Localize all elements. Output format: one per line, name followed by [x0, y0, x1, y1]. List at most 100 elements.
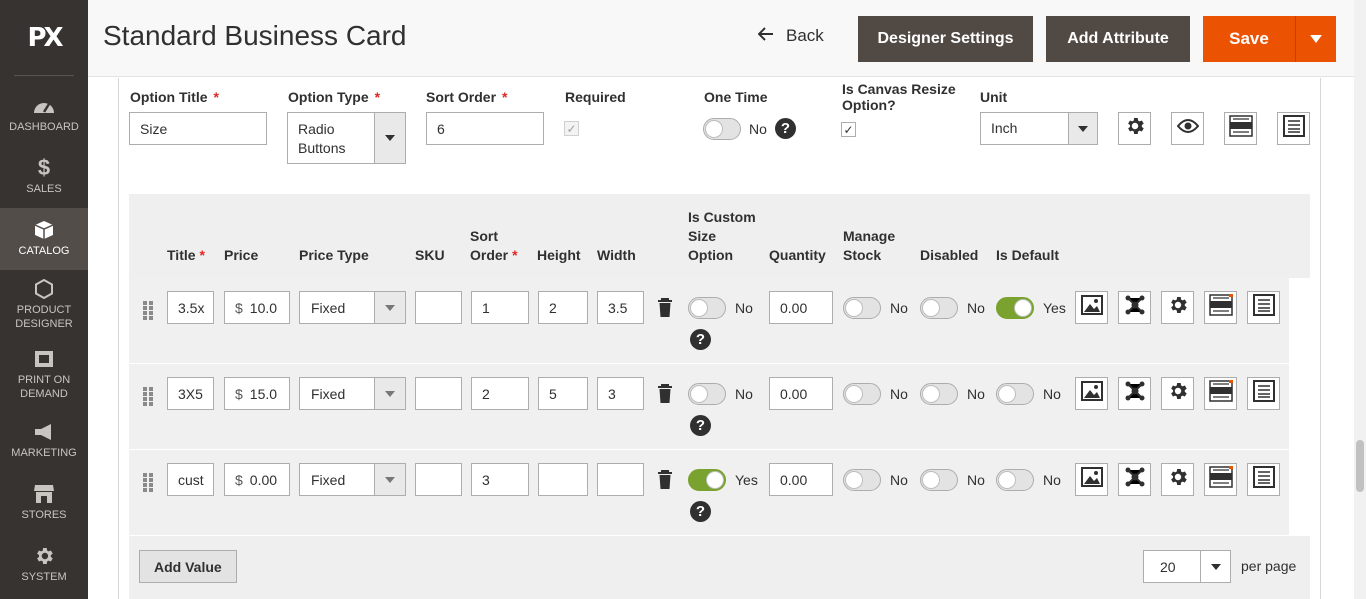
row-description-button[interactable]	[1247, 377, 1280, 410]
row-sort-input[interactable]: 2	[471, 377, 529, 410]
trash-icon[interactable]	[657, 384, 673, 408]
row-disabled-toggle[interactable]	[920, 383, 958, 405]
row-settings-button[interactable]	[1161, 291, 1194, 324]
option-visibility-button[interactable]	[1171, 112, 1204, 145]
row-is-default-toggle[interactable]	[996, 297, 1034, 319]
row-price-input[interactable]: $15.0	[224, 377, 290, 410]
row-price-type-select[interactable]: Fixed	[299, 377, 406, 410]
help-icon[interactable]: ?	[690, 329, 711, 350]
row-height-input[interactable]: 5	[538, 377, 588, 410]
page-scrollbar[interactable]	[1354, 0, 1366, 599]
sidebar-item-product-designer[interactable]: PRODUCT DESIGNER	[0, 270, 88, 340]
row-width-input[interactable]	[597, 463, 644, 496]
row-price-type-select[interactable]: Fixed	[299, 291, 406, 324]
row-custom-size-toggle[interactable]	[688, 383, 726, 405]
option-title-input[interactable]: Size	[129, 112, 267, 145]
row-quantity-input[interactable]: 0.00	[769, 463, 833, 496]
trash-icon[interactable]	[657, 470, 673, 494]
option-type-select[interactable]: Radio Buttons	[287, 112, 406, 164]
row-manage-stock-toggle[interactable]	[843, 383, 881, 405]
hexagon-icon	[34, 279, 54, 299]
row-image-button[interactable]	[1075, 291, 1108, 324]
add-value-button[interactable]: Add Value	[139, 550, 237, 583]
row-sku-input[interactable]	[415, 377, 462, 410]
sidebar-item-dashboard[interactable]: DASHBOARD	[0, 84, 88, 146]
row-custom-size-toggle[interactable]	[688, 469, 726, 491]
row-width-input[interactable]: 3.5	[597, 291, 644, 324]
row-image-button[interactable]	[1075, 377, 1108, 410]
gear-icon	[33, 546, 55, 566]
add-attribute-button[interactable]: Add Attribute	[1046, 16, 1190, 62]
row-height-input[interactable]: 2	[538, 291, 588, 324]
drag-handle-icon[interactable]	[143, 473, 153, 498]
row-dependency-button[interactable]	[1118, 291, 1151, 324]
scrollbar-thumb[interactable]	[1356, 440, 1364, 492]
row-dependency-button[interactable]	[1118, 463, 1151, 496]
drag-handle-icon[interactable]	[143, 301, 153, 326]
help-icon[interactable]: ?	[775, 118, 796, 139]
row-height-input[interactable]	[538, 463, 588, 496]
row-sku-input[interactable]	[415, 463, 462, 496]
drag-handle-icon[interactable]	[143, 387, 153, 412]
row-disabled-toggle[interactable]	[920, 297, 958, 319]
row-sort-input[interactable]: 3	[471, 463, 529, 496]
row-manage-stock-toggle[interactable]	[843, 469, 881, 491]
row-sku-input[interactable]	[415, 291, 462, 324]
row-quantity-input[interactable]: 0.00	[769, 377, 833, 410]
sidebar-item-sales[interactable]: $ SALES	[0, 146, 88, 208]
help-icon[interactable]: ?	[690, 501, 711, 522]
row-dependency-button[interactable]	[1118, 377, 1151, 410]
sidebar-item-marketing[interactable]: MARKETING	[0, 410, 88, 472]
row-custom-size-toggle[interactable]	[688, 297, 726, 319]
save-dropdown-toggle[interactable]	[1295, 16, 1336, 62]
row-description-button[interactable]	[1247, 463, 1280, 496]
option-settings-button[interactable]	[1118, 112, 1151, 145]
row-quantity-input[interactable]: 0.00	[769, 291, 833, 324]
row-price-input[interactable]: $0.00	[224, 463, 290, 496]
designer-settings-button[interactable]: Designer Settings	[858, 16, 1033, 62]
sidebar-item-catalog[interactable]: CATALOG	[0, 208, 88, 270]
required-checkbox[interactable]: ✓	[564, 121, 579, 136]
row-price-type-select[interactable]: Fixed	[299, 463, 406, 496]
row-manage-stock-toggle[interactable]	[843, 297, 881, 319]
sidebar-item-stores[interactable]: STORES	[0, 472, 88, 534]
row-name-button[interactable]	[1204, 463, 1237, 496]
sort-order-input[interactable]: 6	[426, 112, 544, 145]
row-title-input[interactable]: cust	[167, 463, 214, 496]
back-button[interactable]: Back	[757, 26, 824, 46]
row-title-input[interactable]: 3X5	[167, 377, 214, 410]
row-image-button[interactable]	[1075, 463, 1108, 496]
one-time-toggle[interactable]	[703, 118, 741, 140]
save-button[interactable]: Save	[1203, 16, 1295, 62]
document-icon	[1282, 115, 1305, 142]
help-icon[interactable]: ?	[690, 415, 711, 436]
page-header: Standard Business Card Back Designer Set…	[88, 0, 1366, 77]
sidebar-item-print-on-demand[interactable]: PRINT ON DEMAND	[0, 340, 88, 410]
row-width-input[interactable]: 3	[597, 377, 644, 410]
trash-icon[interactable]	[657, 298, 673, 322]
row-is-default-toggle[interactable]	[996, 469, 1034, 491]
row-custom-size-value: Yes	[735, 472, 758, 488]
canvas-resize-checkbox[interactable]: ✓	[841, 122, 856, 137]
row-settings-button[interactable]	[1161, 463, 1194, 496]
image-icon	[1080, 467, 1103, 492]
row-is-default-toggle[interactable]	[996, 383, 1034, 405]
per-page-select[interactable]: 20	[1143, 550, 1231, 583]
col-custom-size: Is Custom Size Option	[688, 209, 756, 263]
row-sort-input[interactable]: 1	[471, 291, 529, 324]
box-icon	[34, 220, 54, 240]
unit-select[interactable]: Inch	[980, 112, 1098, 145]
option-name-button[interactable]	[1224, 112, 1257, 145]
sidebar-item-system[interactable]: SYSTEM	[0, 534, 88, 596]
row-title-input[interactable]: 3.5x	[167, 291, 214, 324]
row-price-input[interactable]: $10.0	[224, 291, 290, 324]
brand-logo[interactable]: PX	[14, 0, 74, 76]
option-description-button[interactable]	[1277, 112, 1310, 145]
row-name-button[interactable]	[1204, 377, 1237, 410]
row-description-button[interactable]	[1247, 291, 1280, 324]
row-is-default-value: No	[1043, 386, 1061, 402]
row-disabled-toggle[interactable]	[920, 469, 958, 491]
row-settings-button[interactable]	[1161, 377, 1194, 410]
row-name-button[interactable]	[1204, 291, 1237, 324]
sidebar-item-label: SALES	[26, 183, 62, 195]
